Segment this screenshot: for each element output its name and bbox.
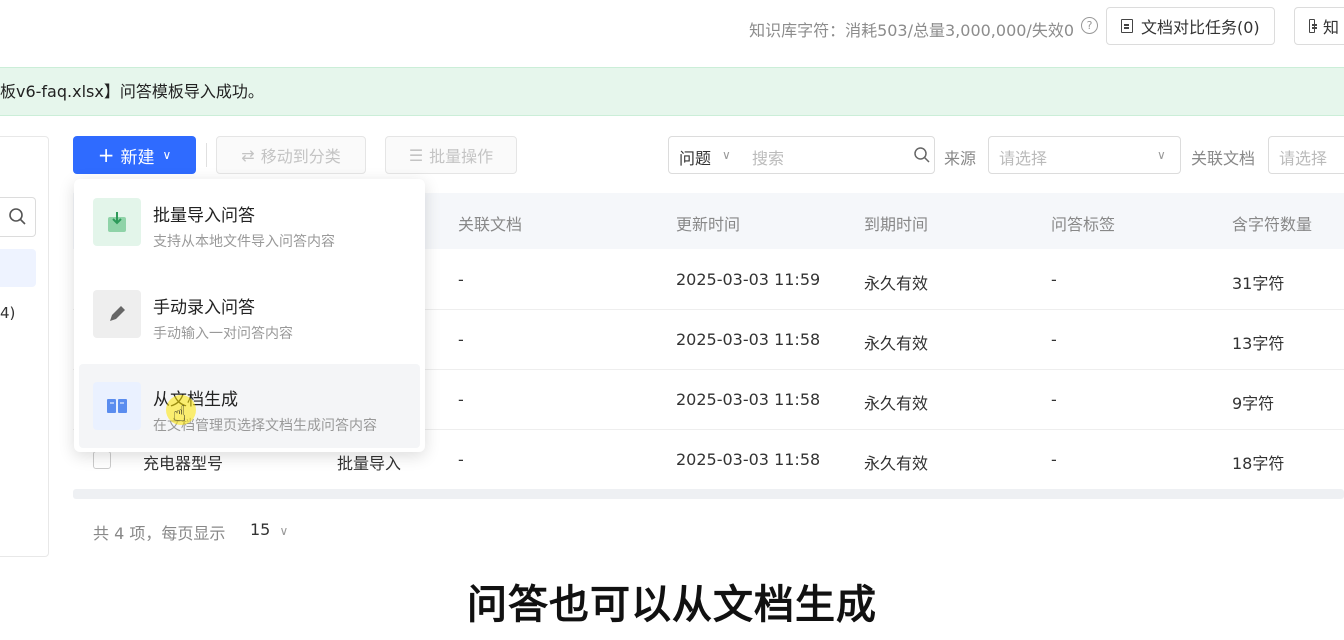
cell-tag: -	[1051, 450, 1057, 469]
document-icon	[1309, 19, 1317, 33]
col-updated-time: 更新时间	[676, 215, 741, 234]
pencil-icon	[93, 290, 141, 338]
knowledge-button-label: 知	[1322, 18, 1339, 37]
plus-icon: +	[97, 143, 115, 167]
cell-chars: 31字符	[1232, 274, 1285, 293]
alert-message: 板v6-faq.xlsx】问答模板导入成功。	[0, 82, 264, 101]
cell-expire: 永久有效	[864, 394, 929, 413]
col-qa-tag: 问答标签	[1051, 215, 1116, 234]
cell-tag: -	[1051, 270, 1057, 289]
cell-updated: 2025-03-03 11:58	[676, 450, 821, 469]
page-size-select[interactable]: 15 ∨	[250, 520, 288, 539]
source-placeholder: 请选择	[999, 149, 1048, 168]
horizontal-scrollbar[interactable]	[73, 489, 1344, 499]
chevron-down-icon: ∨	[162, 148, 172, 162]
menu-item-title: 批量导入问答	[153, 206, 255, 226]
menu-item-desc: 支持从本地文件导入问答内容	[153, 234, 335, 250]
chevron-down-icon: ∨	[279, 524, 289, 538]
cell-tag: -	[1051, 390, 1057, 409]
success-alert: 板v6-faq.xlsx】问答模板导入成功。	[0, 67, 1344, 116]
batch-operation-button[interactable]: ☰ 批量操作	[385, 136, 517, 174]
new-button[interactable]: + 新建 ∨	[73, 136, 196, 174]
quota-stats: 知识库字符：消耗503/总量3,000,000/失效0	[749, 21, 1074, 40]
cell-expire: 永久有效	[864, 334, 929, 353]
list-icon: ☰	[408, 145, 424, 165]
new-button-label: 新建	[120, 147, 155, 168]
book-icon	[93, 382, 141, 430]
cell-source: 批量导入	[337, 454, 402, 473]
compare-task-label: 文档对比任务(0)	[1141, 18, 1260, 37]
linked-doc-placeholder: 请选择	[1279, 149, 1328, 168]
page-size-value: 15	[250, 520, 271, 539]
swap-icon: ⇄	[241, 145, 255, 165]
menu-item-batch-import[interactable]: 批量导入问答 支持从本地文件导入问答内容	[79, 180, 420, 264]
cell-updated: 2025-03-03 11:59	[676, 270, 821, 289]
linked-doc-label: 关联文档	[1191, 149, 1256, 168]
chevron-down-icon: ∨	[722, 148, 731, 162]
video-caption: 问答也可以从文档生成	[467, 582, 877, 628]
knowledge-button[interactable]: 知	[1294, 7, 1344, 45]
cell-question: 充电器型号	[143, 454, 224, 473]
compare-task-button[interactable]: 文档对比任务(0)	[1106, 7, 1275, 45]
cell-expire: 永久有效	[864, 274, 929, 293]
cell-expire: 永久有效	[864, 454, 929, 473]
toolbar-divider	[206, 143, 207, 167]
menu-item-desc: 手动输入一对问答内容	[153, 326, 293, 342]
category-search[interactable]	[0, 197, 36, 237]
cell-linked: -	[458, 450, 464, 469]
cell-linked: -	[458, 390, 464, 409]
cell-tag: -	[1051, 330, 1057, 349]
cell-updated: 2025-03-03 11:58	[676, 390, 821, 409]
search-input[interactable]: 搜索	[752, 145, 784, 169]
source-label: 来源	[944, 149, 977, 168]
cell-chars: 18字符	[1232, 454, 1285, 473]
help-icon[interactable]: ?	[1081, 17, 1098, 34]
search-icon	[9, 208, 26, 225]
document-icon	[1121, 19, 1133, 33]
menu-item-generate-from-doc[interactable]: 从文档生成 在文档管理页选择文档生成问答内容	[79, 364, 420, 448]
import-icon	[93, 198, 141, 246]
menu-item-title: 手动录入问答	[153, 298, 255, 318]
search-icon[interactable]	[913, 146, 931, 164]
search-field-select[interactable]: 问题	[679, 145, 711, 169]
cell-chars: 9字符	[1232, 394, 1275, 413]
row-checkbox[interactable]	[93, 451, 111, 469]
cell-linked: -	[458, 270, 464, 289]
col-expire-time: 到期时间	[864, 215, 929, 234]
batch-label: 批量操作	[429, 147, 494, 166]
move-label: 移动到分类	[260, 147, 341, 166]
col-char-count: 含字符数量	[1232, 215, 1313, 234]
cell-linked: -	[458, 330, 464, 349]
category-count: 4)	[0, 304, 16, 322]
pager-total: 共 4 项，每页显示	[93, 524, 226, 543]
new-dropdown-menu: 批量导入问答 支持从本地文件导入问答内容 手动录入问答 手动输入一对问答内容 从…	[74, 179, 425, 452]
menu-item-manual-entry[interactable]: 手动录入问答 手动输入一对问答内容	[79, 272, 420, 356]
chevron-down-icon: ∨	[1157, 148, 1166, 162]
hand-cursor-icon: ☝	[173, 402, 187, 427]
category-item-selected[interactable]	[0, 249, 36, 287]
cell-chars: 13字符	[1232, 334, 1285, 353]
move-to-category-button[interactable]: ⇄ 移动到分类	[216, 136, 366, 174]
cell-updated: 2025-03-03 11:58	[676, 330, 821, 349]
col-linked-doc: 关联文档	[458, 215, 523, 234]
